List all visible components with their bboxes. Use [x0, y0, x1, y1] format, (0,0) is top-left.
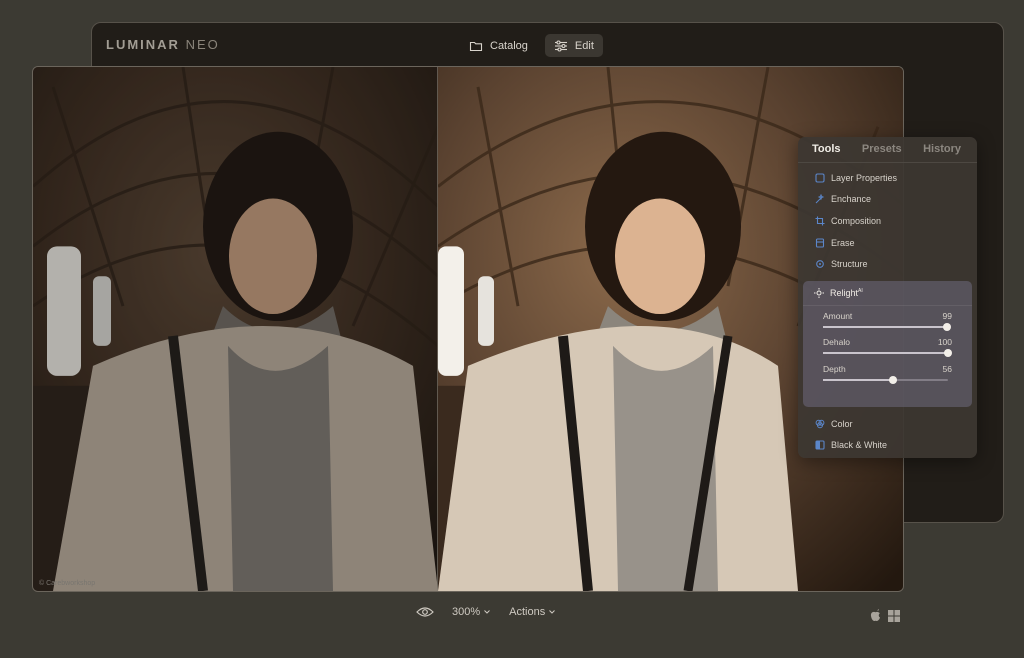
structure-icon [816, 260, 824, 269]
tool-composition[interactable]: Composition [798, 210, 977, 232]
relight-header[interactable]: RelightAI [803, 281, 972, 305]
tab-catalog[interactable]: Catalog [460, 34, 537, 57]
tool-structure[interactable]: Structure [798, 253, 977, 275]
slider-knob[interactable] [889, 375, 897, 384]
zoom-level: 300% [452, 606, 481, 618]
app-logo: LUMINAR NEO [106, 37, 220, 52]
slider-fill [823, 325, 947, 328]
tool-label: Erase [831, 237, 855, 248]
slider-label: Dehalo [823, 337, 850, 348]
top-tabs: Catalog Edit [460, 34, 603, 57]
tool-label: Color [831, 418, 853, 429]
photo-canvas[interactable]: © Carebworkshop [32, 66, 904, 592]
slider-value: 56 [942, 363, 952, 374]
actions-dropdown[interactable]: Actions [509, 606, 556, 618]
portrait-before-image [33, 67, 438, 591]
slider-track[interactable] [823, 375, 948, 384]
relight-section: RelightAI Amount 99 Dehalo 100 Depth 56 [803, 280, 972, 407]
tool-color[interactable]: Color [798, 413, 977, 435]
slider-knob[interactable] [944, 349, 952, 358]
tool-label: Enchance [831, 194, 872, 205]
zoom-dropdown[interactable]: 300% [452, 606, 491, 618]
slider-knob[interactable] [942, 322, 951, 331]
slider-value: 99 [942, 310, 952, 321]
panel-tabs: Tools Presets History [798, 137, 977, 162]
tool-label: Structure [831, 259, 868, 270]
preview-toggle[interactable] [416, 606, 434, 618]
logo-accent-text: NEO [185, 37, 220, 52]
tool-label: Layer Properties [831, 172, 898, 183]
tool-layer-properties[interactable]: Layer Properties [798, 167, 977, 189]
tab-tools[interactable]: Tools [812, 143, 841, 162]
slider-value: 100 [937, 337, 952, 348]
sun-icon [814, 287, 824, 298]
relight-sliders: Amount 99 Dehalo 100 Depth 56 [803, 304, 972, 386]
black-white-icon [815, 440, 825, 450]
panel-divider [798, 162, 977, 163]
logo-text: LUMINAR [106, 37, 180, 52]
color-icon [815, 419, 825, 429]
eye-icon [416, 607, 434, 617]
slider-track[interactable] [823, 349, 952, 358]
tool-label: Composition [831, 215, 882, 226]
platform-icons [870, 609, 900, 622]
ai-badge: AI [858, 287, 863, 294]
actions-label: Actions [509, 606, 546, 618]
layer-properties-icon [815, 173, 825, 183]
tab-presets[interactable]: Presets [862, 143, 902, 162]
before-after-divider[interactable] [437, 67, 438, 591]
tool-erase[interactable]: Erase [798, 232, 977, 254]
composition-icon [815, 216, 825, 226]
chevron-down-icon [549, 610, 556, 614]
tool-enchance[interactable]: Enchance [798, 189, 977, 211]
slider-fill [823, 352, 948, 355]
tab-catalog-label: Catalog [490, 39, 528, 52]
tool-label: Black & White [831, 440, 888, 451]
tools-panel: Tools Presets History Layer Properties E… [798, 137, 977, 458]
bottom-toolbar: 300% Actions [416, 606, 556, 618]
tab-history[interactable]: History [923, 143, 961, 162]
tool-black-white[interactable]: Black & White [798, 435, 977, 457]
photo-watermark: © Carebworkshop [39, 580, 96, 587]
folder-icon [469, 41, 483, 51]
enhance-icon [815, 194, 825, 204]
photo-before: © Carebworkshop [33, 67, 438, 591]
slider-label: Depth [823, 363, 846, 374]
slider-depth[interactable]: Depth 56 [803, 359, 972, 386]
tab-edit[interactable]: Edit [544, 34, 603, 57]
apple-icon [870, 609, 880, 622]
erase-icon [815, 238, 825, 248]
slider-dehalo[interactable]: Dehalo 100 [803, 332, 972, 359]
sliders-icon [554, 39, 567, 52]
windows-icon [888, 609, 900, 622]
slider-track[interactable] [823, 322, 951, 331]
relight-label: Relight [830, 287, 859, 298]
slider-label: Amount [823, 310, 853, 321]
chevron-down-icon [484, 610, 490, 614]
slider-amount[interactable]: Amount 99 [803, 306, 972, 333]
tab-edit-label: Edit [574, 39, 594, 52]
slider-fill [823, 378, 893, 381]
